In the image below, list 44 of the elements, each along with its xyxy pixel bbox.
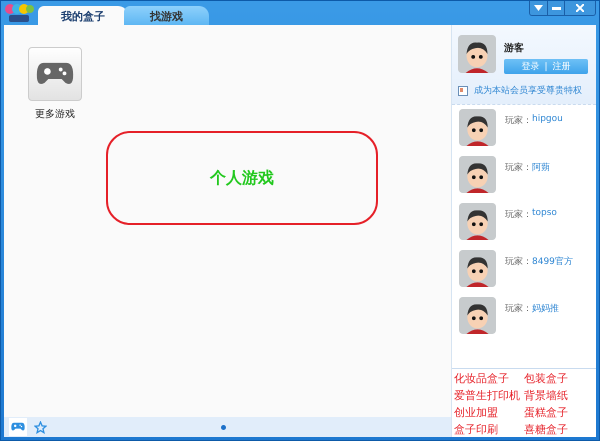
gamepad-tab[interactable] [9,418,27,436]
close-icon [576,4,584,12]
user-name: 游客 [504,41,525,55]
star-icon [34,420,46,434]
avatar-icon [459,203,496,240]
banner: 个人游戏 [106,131,378,225]
player-name[interactable]: 阿蒴 [532,161,550,193]
ad-link[interactable]: 爱普生打印机 [454,388,524,403]
avatar-icon [459,297,496,334]
ad-link[interactable]: 蛋糕盒子 [524,405,594,420]
page-dot [221,425,226,430]
game-tile[interactable] [28,47,82,101]
avatar-icon [459,109,496,146]
register-link[interactable]: 注册 [552,60,571,73]
player-name[interactable]: topso [532,208,557,240]
separator: | [544,62,548,72]
ad-link[interactable]: 盒子印刷 [454,422,524,437]
game-label: 更多游戏 [35,108,75,121]
id-card-icon [458,86,468,96]
player-name[interactable]: 8499官方 [532,255,573,287]
minimize-button[interactable] [547,1,564,15]
ad-link[interactable]: 背景墙纸 [524,388,594,403]
star-tab[interactable] [31,418,49,436]
tab[interactable]: 找游戏 [124,6,209,25]
avatar-icon [459,250,496,287]
player-label: 玩家： [505,302,532,316]
ad-link[interactable]: 化妆品盒子 [454,371,524,386]
ad-link[interactable]: 喜糖盒子 [524,422,594,437]
avatar-icon [459,156,496,193]
membership-link[interactable]: 成为本站会员享受尊贵特权 [474,84,582,97]
logo-icon [4,2,34,24]
caret-icon [534,5,543,11]
player-label: 玩家： [505,114,532,128]
minimize-icon [552,6,560,10]
player-name[interactable]: 妈妈推 [532,302,559,334]
player-label: 玩家： [505,256,532,269]
player-name[interactable]: hipgou [532,114,563,146]
login-link[interactable]: 登录 [521,60,540,73]
ad-link[interactable]: 创业加盟 [454,405,524,420]
player-label: 玩家： [505,162,532,175]
player-label: 玩家： [505,208,532,222]
gamepad-icon [11,422,25,432]
ad-link[interactable]: 包装盒子 [524,371,594,386]
avatar-icon [458,35,496,73]
